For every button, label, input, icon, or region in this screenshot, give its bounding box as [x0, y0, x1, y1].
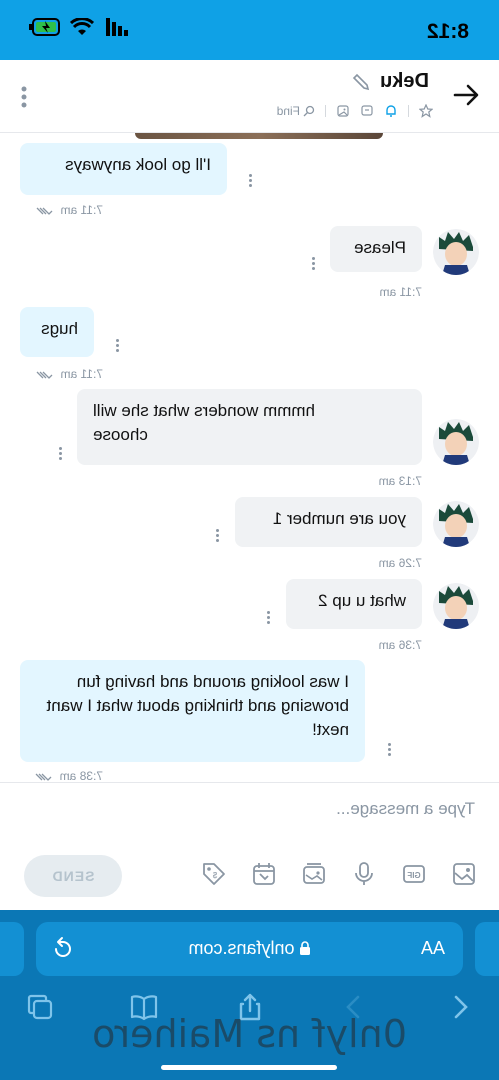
avatar-image: [433, 229, 479, 275]
schedule-icon[interactable]: [251, 861, 277, 887]
message-options-icon[interactable]: [248, 172, 252, 189]
avatar-image: [433, 501, 479, 547]
avatar[interactable]: [433, 229, 479, 275]
url-text: onlyfans.com: [36, 938, 463, 959]
message-text: you are number 1: [272, 509, 406, 528]
gif-icon[interactable]: GIF: [401, 861, 427, 887]
timestamp-text: 7:11 am: [60, 203, 103, 217]
chat-header: Deku Find: [0, 60, 499, 133]
address-bar[interactable]: AA onlyfans.com: [36, 922, 463, 976]
timestamp-text: 7:38 am: [59, 769, 103, 781]
send-button[interactable]: SEND: [24, 855, 122, 897]
read-receipt-icon: [36, 207, 53, 215]
status-time: 8:12: [426, 20, 469, 43]
composer-tools: GIF $: [201, 861, 477, 887]
message-text: hugs: [41, 319, 78, 338]
avatar[interactable]: [433, 501, 479, 547]
status-bar: 8:12: [0, 0, 499, 60]
message-options-icon[interactable]: [311, 255, 315, 272]
message-bubble[interactable]: I was looking around and having fun brow…: [20, 660, 365, 762]
next-tab-preview[interactable]: [0, 922, 24, 976]
read-receipt-icon: [35, 773, 52, 781]
status-icons: [28, 18, 128, 36]
bell-icon[interactable]: [384, 104, 398, 118]
message-input[interactable]: Type a message...: [25, 799, 475, 825]
edit-pencil-icon[interactable]: [351, 72, 371, 92]
message-timestamp: 7:38 am: [32, 769, 103, 781]
chat-title[interactable]: Deku: [380, 70, 429, 93]
chat-toolbar: Find: [277, 104, 433, 118]
message-options-icon[interactable]: [266, 609, 270, 626]
find-label: Find: [276, 104, 300, 118]
message-text: Please: [354, 238, 406, 257]
message-timestamp: 7:36 am: [378, 638, 422, 652]
message-options-icon[interactable]: [215, 527, 219, 544]
message-options-icon[interactable]: [58, 445, 62, 462]
message-text: hmmm wonders what she will choose: [93, 401, 316, 444]
message-bubble[interactable]: you are number 1: [235, 497, 422, 547]
media-attachment[interactable]: [135, 133, 383, 139]
home-indicator[interactable]: [161, 1065, 337, 1070]
star-icon[interactable]: [419, 104, 433, 118]
vault-icon[interactable]: [301, 861, 327, 887]
find-button[interactable]: Find: [277, 104, 315, 118]
message-timestamp: 7:11 am: [379, 285, 422, 299]
previous-tab-preview[interactable]: [475, 922, 499, 976]
avatar[interactable]: [433, 583, 479, 629]
battery-charging-icon: [29, 18, 60, 36]
message-timestamp: 7:11 am: [33, 203, 103, 217]
lock-icon: [299, 941, 310, 955]
message-text: what u up 2: [318, 591, 406, 610]
message-options-icon[interactable]: [115, 337, 119, 354]
message-bubble[interactable]: what u up 2: [286, 579, 422, 629]
avatar-image: [433, 583, 479, 629]
more-options-icon[interactable]: [20, 86, 28, 108]
tips-icon[interactable]: [360, 104, 374, 118]
avatar[interactable]: [433, 419, 479, 465]
message-composer: Type a message... GIF $ SEND: [0, 782, 499, 911]
svg-text:GIF: GIF: [407, 871, 420, 880]
url-label: onlyfans.com: [188, 938, 295, 958]
message-text: I'll go look anyways: [65, 155, 211, 174]
message-timestamp: 7:13 am: [378, 474, 422, 488]
watermark-text: 0nlyf ns Maihero: [92, 1012, 407, 1056]
microphone-icon[interactable]: [351, 861, 377, 887]
timestamp-text: 7:11 am: [60, 367, 103, 381]
media-icon[interactable]: [336, 104, 350, 118]
reload-icon[interactable]: [50, 936, 76, 962]
search-icon: [303, 105, 315, 117]
price-tag-icon[interactable]: $: [201, 861, 227, 887]
avatar-image: [433, 419, 479, 465]
image-upload-icon[interactable]: [451, 861, 477, 887]
message-timestamp: 7:11 am: [33, 367, 103, 381]
svg-text:$: $: [212, 871, 217, 880]
message-timestamp: 7:26 am: [378, 556, 422, 570]
back-arrow-icon[interactable]: [451, 80, 481, 110]
message-bubble[interactable]: I'll go look anyways: [20, 143, 227, 195]
message-list[interactable]: I'll go look anyways 7:11 am Please 7:11…: [0, 133, 499, 781]
message-options-icon[interactable]: [387, 741, 391, 758]
signal-icon: [106, 18, 128, 36]
message-bubble[interactable]: hmmm wonders what she will choose: [77, 389, 422, 465]
wifi-icon: [70, 18, 94, 35]
read-receipt-icon: [36, 371, 53, 379]
message-text: I was looking around and having fun brow…: [46, 672, 349, 739]
message-bubble[interactable]: Please: [330, 226, 422, 272]
message-bubble[interactable]: hugs: [20, 307, 94, 357]
